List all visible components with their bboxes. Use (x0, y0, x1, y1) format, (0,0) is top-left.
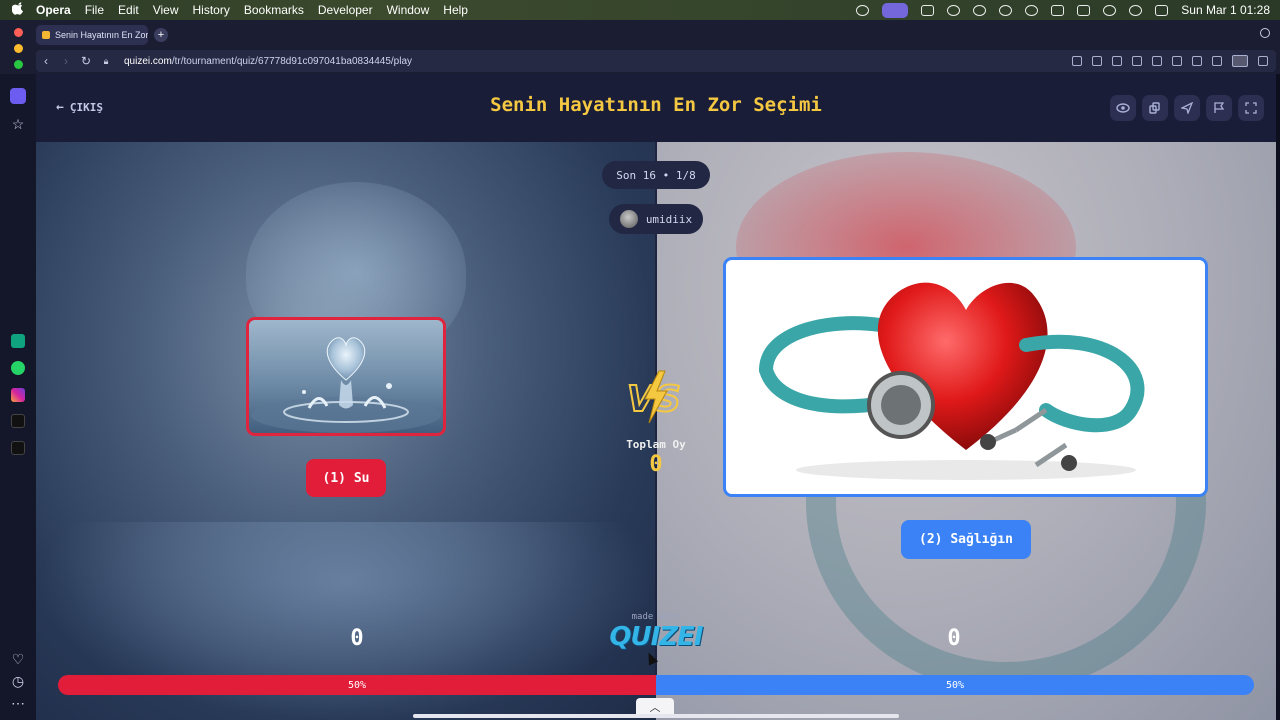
status-icon[interactable] (947, 4, 961, 16)
user-badge[interactable]: umidiix (609, 204, 703, 234)
play-icon[interactable] (1152, 56, 1162, 66)
profile-icon[interactable] (1232, 55, 1248, 67)
screen-record-icon[interactable] (882, 2, 909, 18)
heart-icon[interactable]: ♡ (10, 651, 26, 667)
option-card-left[interactable] (246, 317, 446, 436)
status-icon[interactable] (856, 4, 870, 16)
score-left: 0 (350, 626, 364, 651)
home-icon[interactable] (10, 88, 26, 104)
tab-title: Senin Hayatının En Zor S (55, 30, 148, 40)
tab-search-icon[interactable] (1260, 28, 1270, 38)
tab-bar: Senin Hayatının En Zor S + (36, 24, 168, 46)
progress-right: 50% (656, 675, 1254, 695)
vote-progress-bar: 50% 50% (58, 675, 1254, 695)
eye-icon[interactable] (1110, 95, 1136, 121)
download-icon[interactable] (1192, 56, 1202, 66)
vpn-icon[interactable] (1132, 56, 1142, 66)
address-bar[interactable]: ‹ › ↻ 🔒︎ quizei.com/tr/tournament/quiz/6… (36, 50, 1276, 72)
water-heart-image (251, 337, 441, 433)
menubar-clock[interactable]: Sun Mar 1 01:28 (1181, 3, 1270, 17)
heart-icon[interactable] (1172, 56, 1182, 66)
option-card-right[interactable] (723, 257, 1208, 497)
instagram-icon[interactable] (11, 388, 25, 402)
macos-menubar: Opera File Edit View History Bookmarks D… (0, 0, 1280, 20)
vs-badge: VS (621, 367, 691, 427)
menu-bookmarks[interactable]: Bookmarks (244, 3, 304, 17)
option-button-left[interactable]: (1) Su (306, 459, 386, 497)
forward-icon[interactable]: › (56, 54, 76, 68)
minimize-window-button[interactable] (14, 44, 23, 53)
status-icon[interactable] (973, 4, 987, 16)
menu-file[interactable]: File (85, 3, 104, 17)
menu-developer[interactable]: Developer (318, 3, 373, 17)
chatgpt-icon[interactable] (11, 334, 25, 348)
whatsapp-icon[interactable] (11, 361, 25, 375)
display-icon[interactable] (1051, 4, 1065, 16)
tab-active[interactable]: Senin Hayatının En Zor S (36, 25, 148, 45)
wifi-icon[interactable] (1103, 4, 1117, 16)
menu-edit[interactable]: Edit (118, 3, 139, 17)
total-votes-value: 0 (649, 452, 663, 477)
menu-history[interactable]: History (193, 3, 230, 17)
tiktok-icon[interactable] (11, 414, 25, 428)
camera-icon[interactable] (1092, 56, 1102, 66)
browser-chrome: Senin Hayatının En Zor S + ‹ › ↻ 🔒︎ quiz… (0, 20, 1280, 74)
x-icon[interactable] (11, 441, 25, 455)
lock-icon: 🔒︎ (103, 55, 109, 66)
avatar (619, 210, 638, 228)
play-icon[interactable] (999, 4, 1013, 16)
fullscreen-icon[interactable] (1238, 95, 1264, 121)
url-path: /tr/tournament/quiz/67778d91c097041ba083… (171, 55, 413, 67)
back-icon[interactable]: ‹ (36, 54, 56, 68)
menu-view[interactable]: View (153, 3, 179, 17)
menu-help[interactable]: Help (443, 3, 468, 17)
close-window-button[interactable] (14, 28, 23, 37)
menu-window[interactable]: Window (387, 3, 430, 17)
url-domain: quizei.com (124, 55, 172, 67)
score-right: 0 (947, 626, 961, 651)
star-icon[interactable]: ☆ (10, 116, 26, 132)
status-icon[interactable] (921, 4, 935, 16)
round-indicator: Son 16 • 1/8 (602, 161, 710, 189)
spotlight-icon[interactable] (1129, 4, 1143, 16)
option-button-right[interactable]: (2) Sağlığın (901, 520, 1031, 559)
apple-icon[interactable] (11, 2, 26, 18)
heart-stethoscope-image (759, 282, 1145, 480)
menu-icon[interactable] (1212, 56, 1222, 66)
copy-icon[interactable] (1142, 95, 1168, 121)
shield-icon[interactable] (1112, 56, 1122, 66)
extensions-icon[interactable] (1258, 56, 1268, 66)
quiz-title: Senin Hayatının En Zor Seçimi (490, 94, 822, 116)
address-tools (1072, 55, 1268, 67)
edit-icon[interactable] (1072, 56, 1082, 66)
quiz-header: ← ÇIKIŞ Senin Hayatının En Zor Seçimi (36, 74, 1276, 142)
battery-icon[interactable] (1077, 4, 1091, 16)
history-icon[interactable]: ◷ (10, 673, 26, 689)
user-icon[interactable] (1025, 4, 1039, 16)
control-center-icon[interactable] (1155, 4, 1169, 16)
share-icon[interactable] (1174, 95, 1200, 121)
more-icon[interactable]: ⋯ (10, 695, 26, 711)
horizontal-scrollbar[interactable] (413, 714, 899, 718)
progress-left: 50% (58, 675, 656, 695)
flag-icon[interactable] (1206, 95, 1232, 121)
menu-app-name[interactable]: Opera (36, 3, 71, 17)
maximize-window-button[interactable] (14, 60, 23, 69)
url-text[interactable]: quizei.com/tr/tournament/quiz/67778d91c0… (124, 56, 412, 67)
quizei-logo[interactable]: QUIZEI (606, 622, 706, 652)
total-votes-label: Toplam Oy (626, 438, 686, 451)
browser-sidebar: ☆ ♡ ◷ ⋯ (0, 74, 36, 720)
reload-icon[interactable]: ↻ (76, 54, 96, 68)
made-with-label: made with (631, 612, 681, 622)
quiz-page: ← ÇIKIŞ Senin Hayatının En Zor Seçimi So… (36, 74, 1276, 720)
username: umidiix (645, 212, 693, 226)
favicon-icon (42, 31, 50, 39)
new-tab-button[interactable]: + (154, 28, 168, 42)
